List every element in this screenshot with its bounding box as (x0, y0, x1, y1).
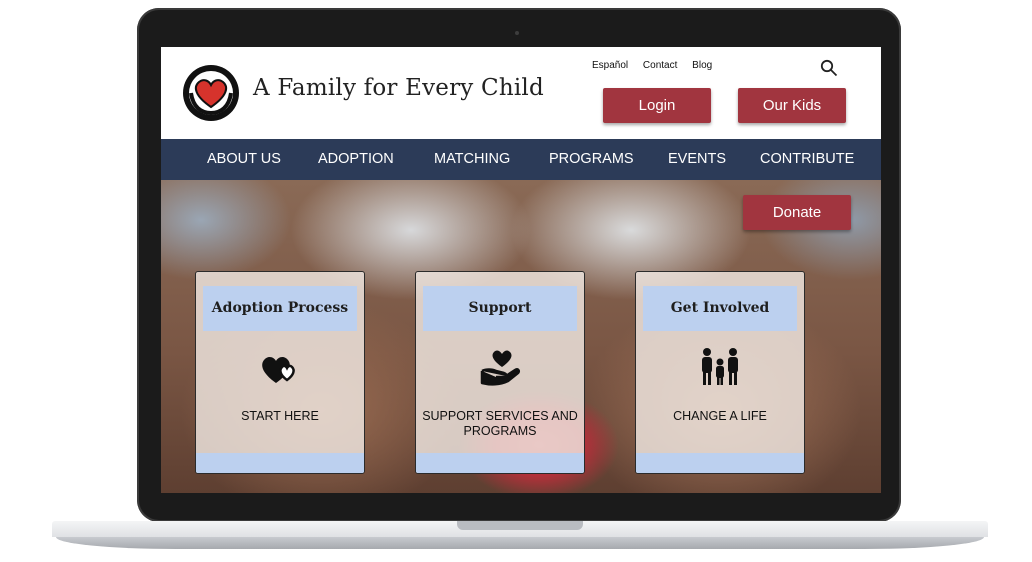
card-get-involved[interactable]: Get Involved CHANGE A LIFE (635, 271, 805, 474)
camera-dot (515, 31, 519, 35)
hand-heart-icon (480, 350, 521, 386)
nav-adoption[interactable]: ADOPTION (318, 139, 394, 180)
card-footer (636, 453, 804, 473)
family-icon (702, 348, 738, 385)
card-title: Adoption Process (203, 286, 357, 331)
card-text: START HERE (241, 409, 319, 423)
card-text: SUPPORT SERVICES AND PROGRAMS (422, 409, 578, 438)
hearts-icon (262, 357, 295, 383)
logo-heart-hands-icon[interactable] (181, 63, 241, 123)
nav-matching[interactable]: MATCHING (434, 139, 510, 180)
nav-contribute[interactable]: CONTRIBUTE (760, 139, 854, 180)
our-kids-button[interactable]: Our Kids (738, 88, 846, 123)
main-nav: ABOUT US ADOPTION MATCHING PROGRAMS EVEN… (161, 139, 881, 180)
link-contact[interactable]: Contact (643, 60, 677, 71)
card-title: Get Involved (643, 286, 797, 331)
card-support[interactable]: Support SUPPORT SERVICES AND PROGRAMS (415, 271, 585, 474)
site-title[interactable]: A Family for Every Child (253, 75, 544, 101)
card-footer (196, 453, 364, 473)
login-button[interactable]: Login (603, 88, 711, 123)
browser-screen: A Family for Every Child Español Contact… (161, 47, 881, 493)
card-footer (416, 453, 584, 473)
link-espanol[interactable]: Español (592, 60, 628, 71)
nav-programs[interactable]: PROGRAMS (549, 139, 634, 180)
card-title: Support (423, 286, 577, 331)
link-blog[interactable]: Blog (692, 60, 712, 71)
hero-banner: Donate Adoption Process START HERE Suppo… (161, 180, 881, 493)
search-icon[interactable] (820, 59, 838, 77)
donate-button[interactable]: Donate (743, 195, 851, 230)
utility-links: Español Contact Blog (592, 60, 724, 71)
card-adoption-process[interactable]: Adoption Process START HERE (195, 271, 365, 474)
laptop-base-bottom (56, 537, 984, 549)
nav-about-us[interactable]: ABOUT US (207, 139, 281, 180)
laptop-notch (457, 521, 583, 530)
card-text: CHANGE A LIFE (673, 409, 767, 423)
nav-events[interactable]: EVENTS (668, 139, 726, 180)
site-header: A Family for Every Child Español Contact… (161, 47, 881, 138)
